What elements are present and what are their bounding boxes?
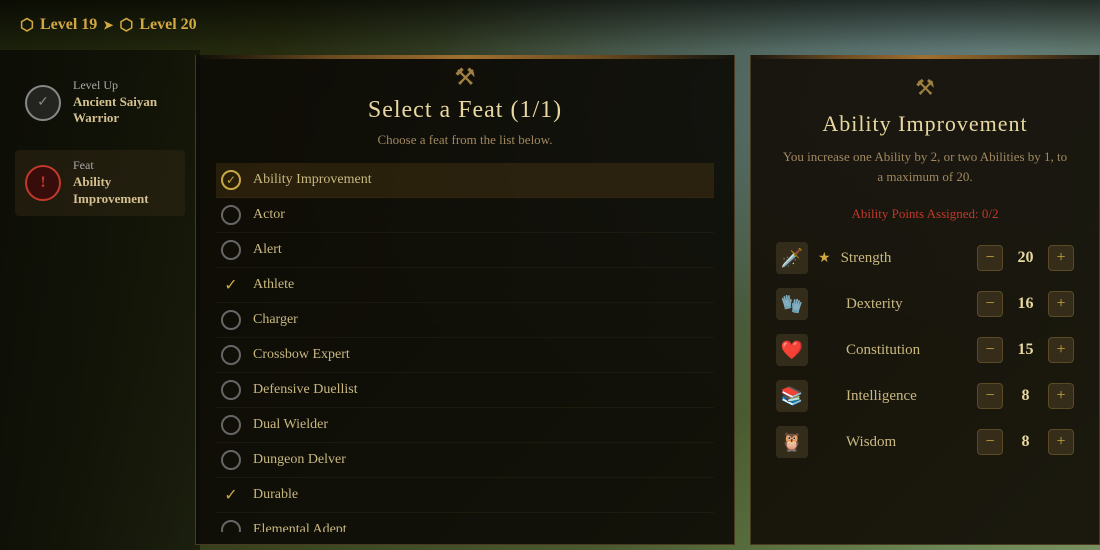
feat-radio-durable: ✓ bbox=[221, 485, 241, 505]
strength-star-icon: ★ bbox=[818, 250, 831, 267]
feat-label-ability-improvement: Ability Improvement bbox=[253, 172, 372, 188]
level-display: ⬡ Level 19 ➤ ⬡ Level 20 bbox=[20, 15, 197, 35]
constitution-minus-btn[interactable]: − bbox=[977, 337, 1003, 363]
feat-label-defensive-duellist: Defensive Duellist bbox=[253, 382, 358, 398]
levelup-check-icon: ✓ bbox=[25, 85, 61, 121]
intelligence-value: 8 bbox=[1013, 387, 1038, 405]
constitution-plus-btn[interactable]: + bbox=[1048, 337, 1074, 363]
feat-label-elemental-adept: Elemental Adept bbox=[253, 522, 347, 532]
panel-deco-icon: ⚒ bbox=[454, 63, 476, 92]
feat-radio-dual-wielder bbox=[221, 415, 241, 435]
feat-title: Feat bbox=[73, 158, 175, 174]
feat-radio-crossbow-expert bbox=[221, 345, 241, 365]
levelup-title: Level Up bbox=[73, 78, 175, 94]
feat-item-dual-wielder[interactable]: Dual Wielder bbox=[216, 408, 714, 443]
constitution-value: 15 bbox=[1013, 341, 1038, 359]
feat-item-actor[interactable]: Actor bbox=[216, 198, 714, 233]
intelligence-name: Intelligence bbox=[846, 388, 967, 405]
constitution-icon: ❤️ bbox=[776, 334, 808, 366]
feat-radio-dungeon-delver bbox=[221, 450, 241, 470]
feat-label-dungeon-delver: Dungeon Delver bbox=[253, 452, 346, 468]
feat-radio-charger bbox=[221, 310, 241, 330]
feat-radio-defensive-duellist bbox=[221, 380, 241, 400]
feat-item-charger[interactable]: Charger bbox=[216, 303, 714, 338]
dexterity-plus-btn[interactable]: + bbox=[1048, 291, 1074, 317]
panel-subtitle: Choose a feat from the list below. bbox=[196, 132, 734, 163]
dexterity-minus-btn[interactable]: − bbox=[977, 291, 1003, 317]
detail-title: Ability Improvement bbox=[771, 111, 1079, 137]
from-level-icon: ⬡ bbox=[20, 15, 34, 35]
ability-row-intelligence: 📚 Intelligence − 8 + bbox=[771, 380, 1079, 412]
feat-radio-elemental-adept bbox=[221, 520, 241, 532]
level-arrow-icon: ➤ bbox=[103, 18, 113, 33]
strength-name: Strength bbox=[841, 250, 967, 267]
feat-label-charger: Charger bbox=[253, 312, 298, 328]
strength-icon: 🗡️ bbox=[776, 242, 808, 274]
feat-item-athlete[interactable]: ✓ Athlete bbox=[216, 268, 714, 303]
detail-deco-icon: ⚒ bbox=[915, 75, 935, 101]
ability-row-wisdom: 🦉 Wisdom − 8 + bbox=[771, 426, 1079, 458]
dexterity-name: Dexterity bbox=[846, 296, 967, 313]
feat-radio-athlete: ✓ bbox=[221, 275, 241, 295]
feat-label-athlete: Athlete bbox=[253, 277, 294, 293]
wisdom-plus-btn[interactable]: + bbox=[1048, 429, 1074, 455]
sidebar: ✓ Level Up Ancient Saiyan Warrior ! Feat… bbox=[0, 50, 200, 550]
feat-item-durable[interactable]: ✓ Durable bbox=[216, 478, 714, 513]
wisdom-value: 8 bbox=[1013, 433, 1038, 451]
feat-alert-icon: ! bbox=[25, 165, 61, 201]
strength-plus-btn[interactable]: + bbox=[1048, 245, 1074, 271]
sidebar-item-feat[interactable]: ! Feat Ability Improvement bbox=[15, 150, 185, 215]
ability-row-dexterity: 🧤 Dexterity − 16 + bbox=[771, 288, 1079, 320]
main-panel: ⚒ Select a Feat (1/1) Choose a feat from… bbox=[195, 55, 735, 545]
feat-item-crossbow-expert[interactable]: Crossbow Expert bbox=[216, 338, 714, 373]
levelup-text: Level Up Ancient Saiyan Warrior bbox=[73, 78, 175, 127]
ability-points-label: Ability Points Assigned: 0/2 bbox=[771, 206, 1079, 222]
ability-row-constitution: ❤️ Constitution − 15 + bbox=[771, 334, 1079, 366]
strength-value: 20 bbox=[1013, 249, 1038, 267]
detail-top-decoration: ⚒ bbox=[771, 70, 1079, 111]
feat-radio-actor bbox=[221, 205, 241, 225]
panel-title: Select a Feat (1/1) bbox=[196, 92, 734, 132]
intelligence-icon: 📚 bbox=[776, 380, 808, 412]
feat-item-defensive-duellist[interactable]: Defensive Duellist bbox=[216, 373, 714, 408]
feat-label-alert: Alert bbox=[253, 242, 282, 258]
detail-description: You increase one Ability by 2, or two Ab… bbox=[771, 147, 1079, 186]
feat-item-ability-improvement[interactable]: Ability Improvement bbox=[216, 163, 714, 198]
wisdom-minus-btn[interactable]: − bbox=[977, 429, 1003, 455]
top-bar: ⬡ Level 19 ➤ ⬡ Level 20 bbox=[0, 0, 1100, 50]
feat-item-alert[interactable]: Alert bbox=[216, 233, 714, 268]
feat-list: Ability Improvement Actor Alert ✓ Athlete Cha… bbox=[196, 163, 734, 532]
constitution-name: Constitution bbox=[846, 342, 967, 359]
intelligence-plus-btn[interactable]: + bbox=[1048, 383, 1074, 409]
feat-radio-ability-improvement bbox=[221, 170, 241, 190]
wisdom-icon: 🦉 bbox=[776, 426, 808, 458]
feat-item-dungeon-delver[interactable]: Dungeon Delver bbox=[216, 443, 714, 478]
feat-name: Ability Improvement bbox=[73, 174, 175, 208]
from-level-text: Level 19 bbox=[40, 16, 97, 34]
dexterity-icon: 🧤 bbox=[776, 288, 808, 320]
feat-radio-alert bbox=[221, 240, 241, 260]
feat-label-actor: Actor bbox=[253, 207, 285, 223]
sidebar-item-levelup[interactable]: ✓ Level Up Ancient Saiyan Warrior bbox=[15, 70, 185, 135]
to-level-text: Level 20 bbox=[139, 16, 196, 34]
strength-minus-btn[interactable]: − bbox=[977, 245, 1003, 271]
feat-label-durable: Durable bbox=[253, 487, 298, 503]
intelligence-minus-btn[interactable]: − bbox=[977, 383, 1003, 409]
wisdom-name: Wisdom bbox=[846, 434, 967, 451]
dexterity-value: 16 bbox=[1013, 295, 1038, 313]
to-level-icon: ⬡ bbox=[119, 15, 133, 35]
ability-row-strength: 🗡️ ★ Strength − 20 + bbox=[771, 242, 1079, 274]
feat-label-crossbow-expert: Crossbow Expert bbox=[253, 347, 350, 363]
feat-item-elemental-adept[interactable]: Elemental Adept bbox=[216, 513, 714, 532]
ability-rows: 🗡️ ★ Strength − 20 + 🧤 Dexterity − 16 + … bbox=[771, 242, 1079, 458]
feat-label-dual-wielder: Dual Wielder bbox=[253, 417, 328, 433]
levelup-name: Ancient Saiyan Warrior bbox=[73, 94, 175, 128]
detail-panel-border-top bbox=[750, 55, 1100, 59]
panel-top-decoration: ⚒ bbox=[196, 55, 734, 92]
feat-text: Feat Ability Improvement bbox=[73, 158, 175, 207]
main-panel-border-top bbox=[195, 55, 735, 59]
detail-panel: ⚒ Ability Improvement You increase one A… bbox=[750, 55, 1100, 545]
